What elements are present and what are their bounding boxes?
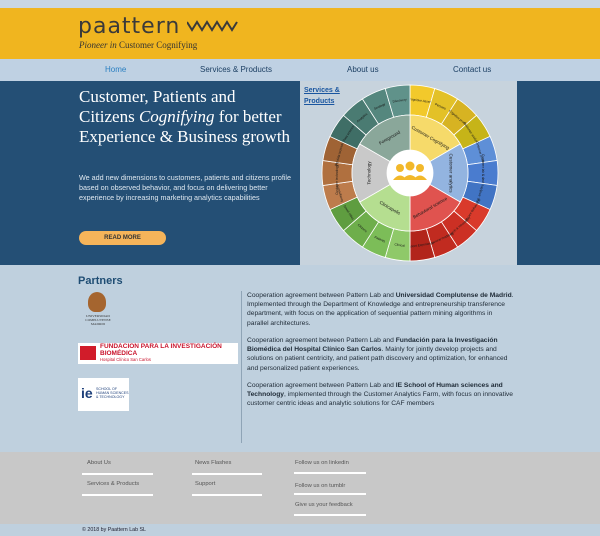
footer-line (294, 514, 366, 516)
nav-contact-us[interactable]: Contact us (453, 65, 491, 74)
fib-logo-text: FUNDACION PARA LA INVESTIGACIÓN BIOMÉDIC… (100, 343, 222, 357)
top-strip (0, 0, 600, 8)
footer-line (82, 494, 153, 496)
footer-services-products[interactable]: Services & Products (87, 481, 139, 487)
partners-title: Partners (78, 275, 123, 287)
fib-logo[interactable]: FUNDACION PARA LA INVESTIGACIÓN BIOMÉDIC… (78, 343, 238, 364)
services-wheel[interactable]: Cognitive AssetsPersonsCognitive profile… (320, 83, 500, 263)
footer-line (294, 472, 366, 474)
main-nav: Home Services & Products About us Contac… (0, 59, 600, 81)
footer-line (294, 493, 366, 495)
services-wheel-card: Cognitive Assets Persons Cognitive profile… (300, 81, 517, 265)
wheel-inner-label: Technology (367, 161, 372, 185)
nav-services-products[interactable]: Services & Products (200, 65, 272, 74)
copyright: © 2018 by Paattern Lab SL (82, 527, 146, 533)
footer-line (82, 473, 153, 475)
partner-fib-description: Cooperation agreement between Pattern La… (247, 337, 508, 372)
site-header: paattern Pioneer in Customer Cognifying (0, 8, 600, 59)
partner-ucm-description: Cooperation agreement between Pattern La… (247, 292, 514, 327)
hero-description: We add new dimensions to customers, pati… (79, 173, 292, 202)
wheel-inner-label: Customer analytics (448, 153, 453, 193)
partners-divider (241, 291, 242, 443)
tagline: Pioneer in Customer Cognifying (79, 40, 198, 50)
footer-line (192, 494, 262, 496)
read-more-button[interactable]: READ MORE (79, 231, 166, 245)
fib-logo-subtext: Hospital Clínico San Carlos (100, 357, 151, 362)
partner-ie-description: Cooperation agreement between Pattern La… (247, 382, 513, 408)
ucm-seal-icon (88, 292, 106, 312)
site-footer: About Us Services & Products News Flashe… (0, 452, 600, 524)
wheel-center (387, 150, 433, 196)
ie-mark-icon: ie (81, 385, 93, 401)
footer-feedback[interactable]: Give us your feedback (295, 502, 353, 508)
site-logo[interactable]: paattern (78, 14, 180, 39)
ie-logo-text: SCHOOL OF HUMAN SCIENCES & TECHNOLOGY (96, 387, 129, 399)
footer-news-flashes[interactable]: News Flashes (195, 460, 231, 466)
footer-line (192, 473, 262, 475)
ucm-logo[interactable]: UNIVERSIDAD COMPLUTENSE MADRID (78, 292, 118, 328)
nav-about-us[interactable]: About us (347, 65, 379, 74)
ucm-logo-text: UNIVERSIDAD COMPLUTENSE MADRID (85, 314, 111, 326)
fib-cross-icon (80, 346, 96, 360)
footer-support[interactable]: Support (195, 481, 215, 487)
nav-home[interactable]: Home (105, 65, 126, 74)
ie-logo[interactable]: ie SCHOOL OF HUMAN SCIENCES & TECHNOLOGY (78, 378, 129, 411)
footer-linkedin[interactable]: Follow us on linkedin (295, 460, 349, 466)
footer-tumblr[interactable]: Follow us on tumblr (295, 483, 345, 489)
services-products-link[interactable]: Services & Products (304, 85, 348, 107)
footer-about-us[interactable]: About Us (87, 460, 111, 466)
hero-title: Customer, Patients and Citizens Cognifyi… (79, 87, 291, 146)
logo-wave-icon (187, 20, 238, 32)
